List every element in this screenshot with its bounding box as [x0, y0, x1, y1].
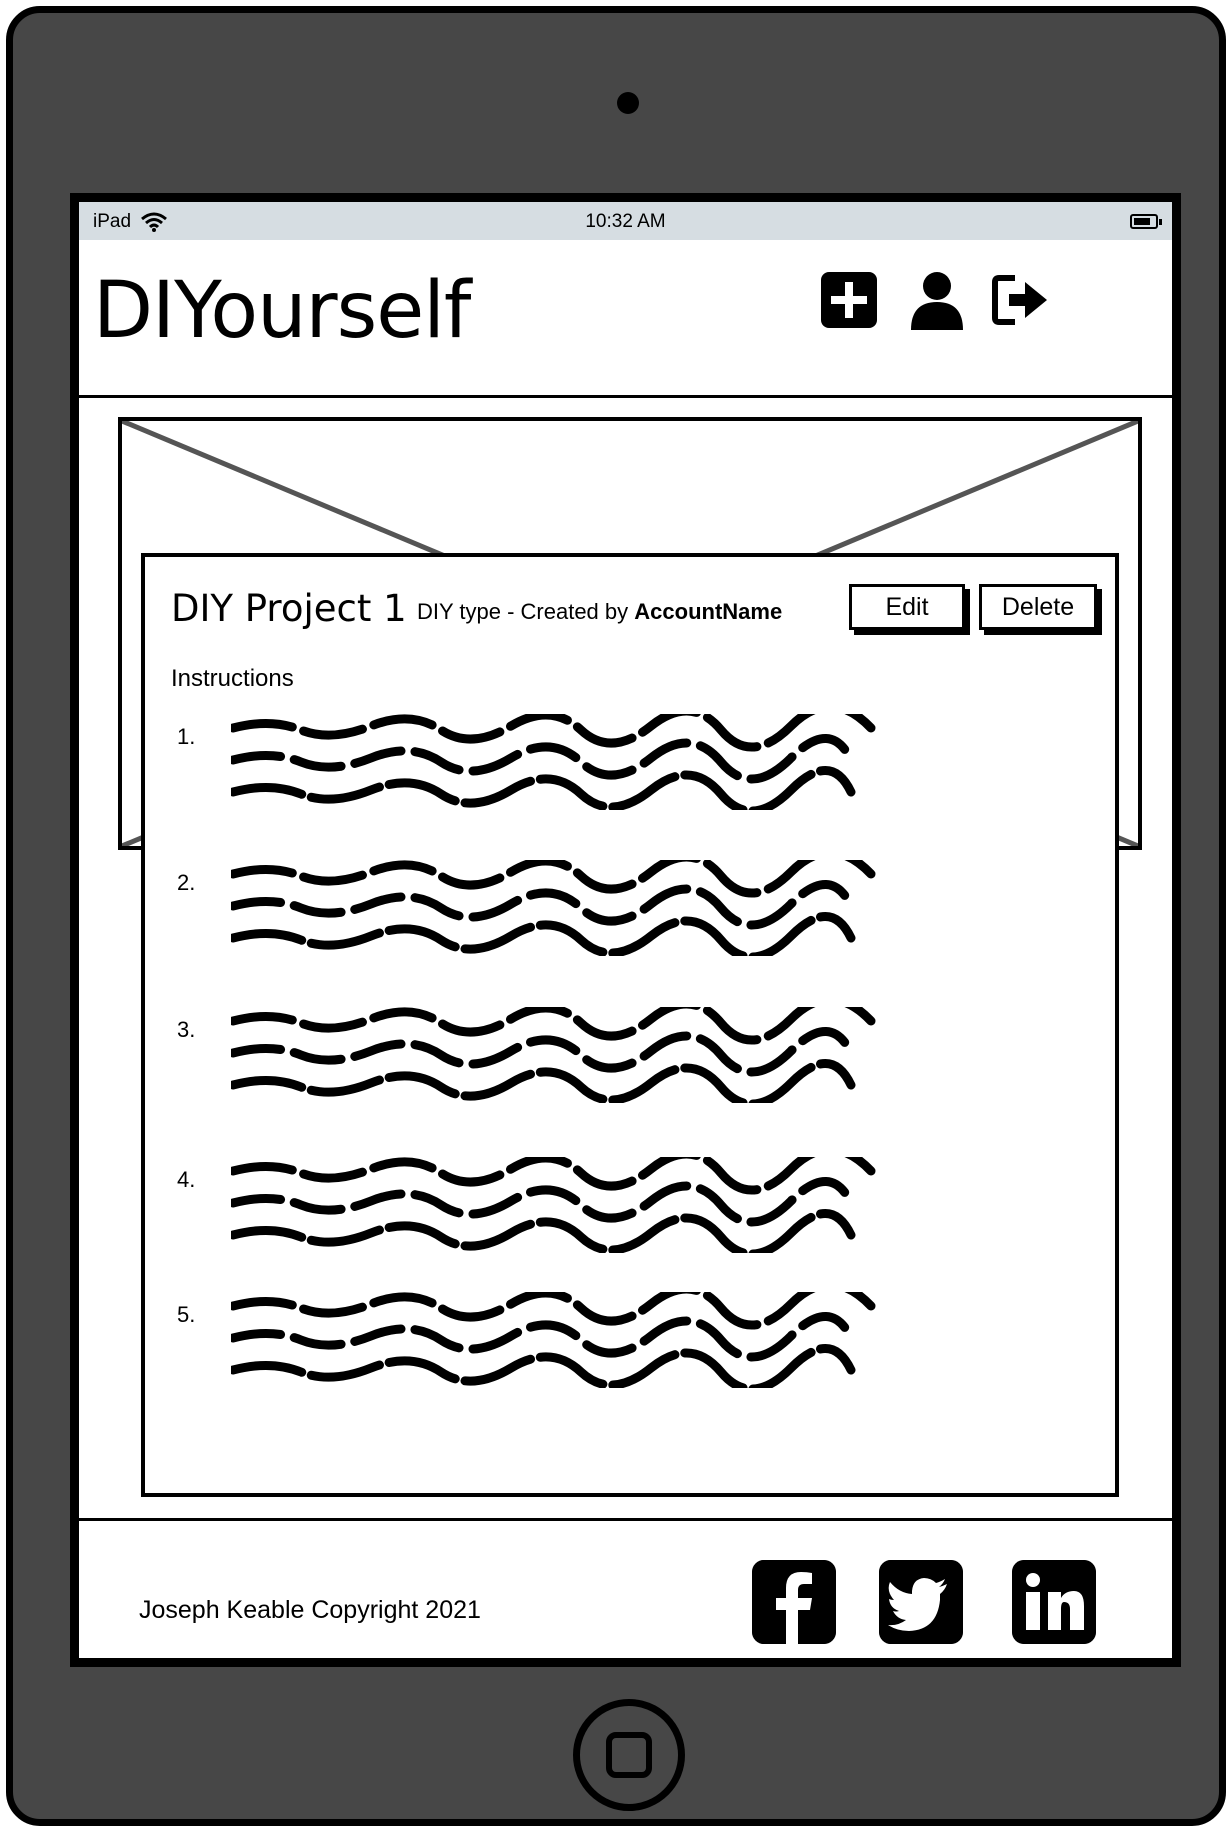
sign-out-icon[interactable]	[989, 268, 1053, 332]
header: DIYourself	[79, 240, 1172, 398]
header-divider	[79, 395, 1172, 398]
instruction-step: 4.	[171, 1157, 876, 1267]
scribble-text	[231, 714, 876, 810]
instruction-step: 5.	[171, 1292, 876, 1402]
project-account-name[interactable]: AccountName	[634, 599, 782, 624]
camera	[617, 92, 639, 114]
step-number: 4.	[177, 1167, 196, 1192]
delete-button[interactable]: Delete	[979, 584, 1097, 630]
status-time: 10:32 AM	[585, 211, 666, 232]
step-number: 5.	[177, 1302, 196, 1327]
scribble-text	[231, 860, 876, 956]
copyright-text: Joseph Keable Copyright 2021	[139, 1596, 481, 1624]
scribble-text	[231, 1007, 876, 1103]
project-meta-prefix: DIY type - Created by	[417, 599, 629, 624]
scribble-text	[231, 1157, 876, 1253]
instruction-step: 1.	[171, 714, 876, 824]
brand-logo[interactable]: DIYourself	[93, 266, 471, 356]
edit-button[interactable]: Edit	[849, 584, 965, 630]
instruction-step: 3.	[171, 1007, 876, 1117]
instruction-step: 2.	[171, 860, 876, 970]
scribble-text	[231, 1292, 876, 1388]
twitter-icon[interactable]	[879, 1560, 963, 1644]
battery-icon	[1130, 214, 1162, 229]
project-title: DIY Project 1	[171, 587, 407, 630]
step-number: 1.	[177, 724, 196, 749]
ipad-frame: iPad 10:32 AM DIYourself DIY Project 1 D…	[6, 6, 1226, 1826]
instructions-heading: Instructions	[171, 665, 294, 692]
footer-divider	[79, 1518, 1172, 1521]
screen: iPad 10:32 AM DIYourself DIY Project 1 D…	[70, 193, 1181, 1667]
project-meta: DIY type - Created by AccountName	[417, 599, 782, 625]
linkedin-icon[interactable]	[1012, 1560, 1096, 1644]
project-card: DIY Project 1 DIY type - Created by Acco…	[141, 553, 1119, 1497]
step-number: 2.	[177, 870, 196, 895]
facebook-icon[interactable]	[752, 1560, 836, 1644]
home-button-square-icon	[606, 1732, 652, 1778]
user-icon[interactable]	[905, 268, 969, 332]
plus-square-icon[interactable]	[817, 268, 881, 332]
status-bar: iPad 10:32 AM	[79, 202, 1172, 240]
step-number: 3.	[177, 1017, 196, 1042]
home-button[interactable]	[573, 1699, 685, 1811]
